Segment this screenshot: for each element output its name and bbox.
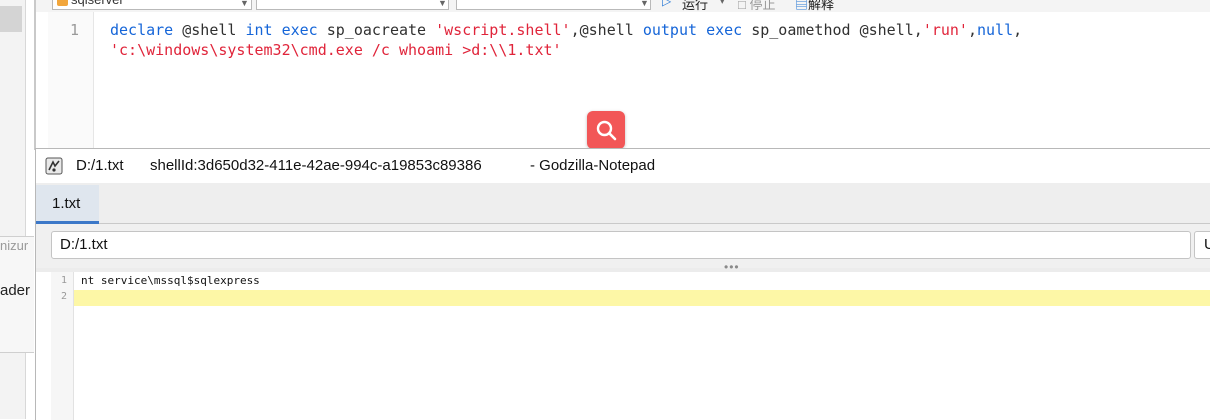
notepad-window: D:/1.txt shellId:3d650d32-411e-42ae-994c… — [35, 148, 1210, 420]
tab-label: 1.txt — [52, 195, 81, 212]
panel-divider[interactable] — [34, 0, 36, 150]
run-icon[interactable]: ▷ — [662, 0, 671, 8]
chevron-down-icon[interactable]: ▼ — [240, 0, 249, 8]
code-keyword: declare — [110, 21, 174, 39]
stop-button-label: 停止 — [749, 0, 776, 12]
window-title-shell-id: shellId:3d650d32-411e-42ae-994c-a19853c8… — [150, 157, 482, 174]
path-action-button[interactable]: U — [1194, 231, 1210, 259]
line-number: 1 — [70, 21, 80, 39]
line-number: 1 — [61, 275, 68, 286]
code-text: , — [967, 21, 977, 39]
notepad-app-icon[interactable] — [45, 157, 63, 175]
code-keyword: output — [642, 21, 698, 39]
chevron-down-icon[interactable]: ▾ — [720, 0, 725, 7]
code-line-1-wrapped[interactable]: 'c:\windows\system32\cmd.exe /c whoami >… — [110, 41, 562, 60]
code-keyword: exec — [706, 21, 743, 39]
code-keyword: int — [245, 21, 273, 39]
database-icon — [57, 0, 68, 6]
code-text: sp_oamethod @shell, — [742, 21, 923, 39]
code-keyword: null — [977, 21, 1014, 39]
chevron-down-icon[interactable]: ▼ — [640, 0, 649, 8]
code-keyword: exec — [281, 21, 318, 39]
database-select[interactable] — [256, 0, 449, 10]
tab-bar — [36, 183, 1210, 224]
file-content-line[interactable]: nt service\mssql$sqlexpress — [81, 274, 260, 287]
code-string: 'run' — [922, 21, 968, 39]
code-text: , — [1013, 21, 1023, 39]
database-type-select[interactable]: sqlserver — [52, 0, 252, 10]
code-string: 'c:\windows\system32\cmd.exe /c whoami >… — [110, 41, 562, 59]
left-sidebar-selected-item[interactable] — [0, 6, 22, 32]
code-string: 'wscript.shell' — [435, 21, 571, 39]
window-title-app-name: - Godzilla-Notepad — [530, 157, 656, 174]
window-title-path: D:/1.txt — [76, 157, 124, 174]
explain-button-label: 解释 — [808, 0, 835, 12]
file-path-input[interactable]: D:/1.txt — [51, 231, 1191, 259]
code-line-1[interactable]: declare @shell int exec sp_oacreate 'wsc… — [110, 21, 1022, 40]
explain-icon: ▤ — [795, 0, 809, 12]
stop-icon: □ — [738, 0, 746, 12]
code-text: sp_oacreate — [317, 21, 436, 39]
line-number: 2 — [61, 291, 68, 302]
run-button-label: 运行 — [682, 0, 709, 12]
search-icon — [596, 120, 617, 141]
schema-select[interactable] — [456, 0, 651, 10]
left-panel-label: nizur — [0, 238, 29, 253]
left-sidebar-strip — [0, 0, 26, 419]
current-line-highlight — [74, 290, 1210, 306]
chevron-down-icon[interactable]: ▼ — [438, 0, 447, 8]
left-panel-label[interactable]: ader — [0, 282, 30, 299]
code-text: @shell — [173, 21, 246, 39]
floating-search-button[interactable] — [587, 111, 625, 149]
code-text: ,@shell — [570, 21, 643, 39]
database-type-value: sqlserver — [71, 0, 124, 7]
